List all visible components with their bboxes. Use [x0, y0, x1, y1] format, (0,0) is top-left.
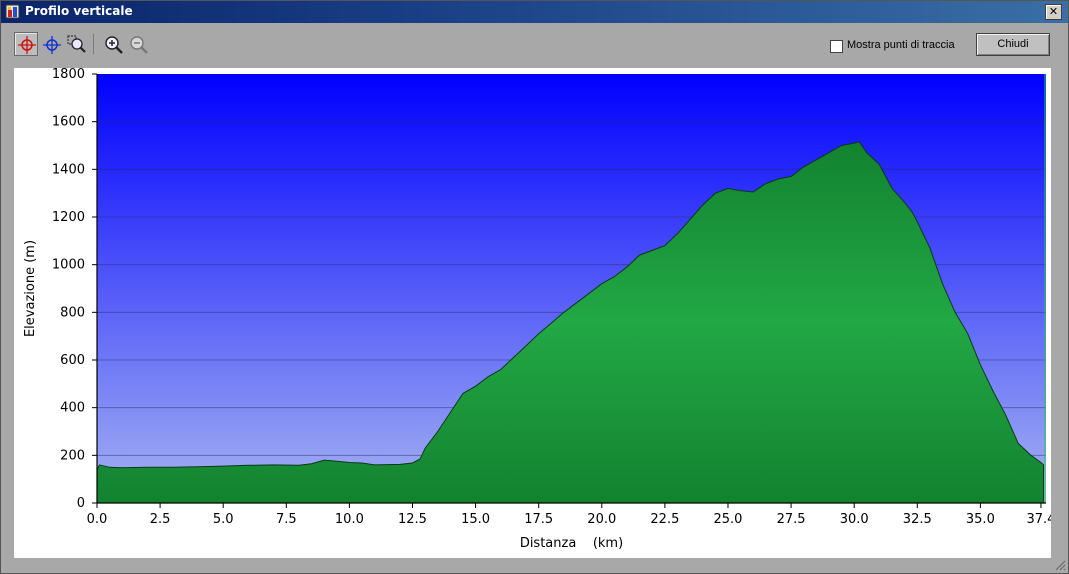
crosshair-red-tool-button[interactable] — [14, 32, 38, 56]
x-tick-label: 17.5 — [524, 512, 553, 527]
x-tick-label: 0.0 — [87, 512, 108, 527]
x-tick-label: 20.0 — [587, 512, 616, 527]
x-tick-label: 5.0 — [213, 512, 234, 527]
y-tick-label: 1600 — [52, 115, 85, 130]
crosshair-red-icon — [18, 36, 36, 54]
x-tick-label: 10.0 — [335, 512, 364, 527]
toolbar-separator — [93, 34, 94, 54]
zoom-out-icon — [130, 36, 148, 54]
app-icon — [5, 4, 20, 19]
x-tick-label: 25.0 — [714, 512, 743, 527]
show-track-points-label: Mostra punti di traccia — [847, 39, 955, 51]
zoom-out-button[interactable] — [126, 32, 150, 56]
y-tick-label: 400 — [60, 401, 85, 416]
resize-grip-icon[interactable] — [1054, 559, 1066, 571]
toolbar: Mostra punti di traccia Chiudi — [1, 23, 1068, 68]
window-close-button[interactable]: ✕ — [1045, 4, 1062, 20]
y-tick-label: 1000 — [52, 258, 85, 273]
profile-window: Profilo verticale ✕ Mostra punti di trac… — [0, 0, 1069, 574]
x-tick-label: 2.5 — [150, 512, 171, 527]
x-tick-label: 35.0 — [966, 512, 995, 527]
crosshair-blue-tool-button[interactable] — [39, 32, 63, 56]
zoom-area-icon — [67, 35, 86, 53]
x-tick-label: 15.0 — [461, 512, 490, 527]
y-tick-label: 0 — [77, 496, 85, 511]
y-tick-label: 1400 — [52, 162, 85, 177]
y-tick-label: 1200 — [52, 210, 85, 225]
y-tick-label: 1800 — [52, 68, 85, 82]
zoom-in-button[interactable] — [101, 32, 125, 56]
title-bar[interactable]: Profilo verticale ✕ — [1, 1, 1068, 23]
window-title: Profilo verticale — [25, 4, 133, 18]
zoom-in-icon — [105, 36, 123, 54]
x-tick-label: 7.5 — [276, 512, 297, 527]
elevation-profile-chart[interactable]: 0 200 400 600 800 1000 1200 1400 1600 1800 0.0 2.5 5… — [14, 67, 1055, 558]
x-tick-label: 27.5 — [777, 512, 806, 527]
y-tick-label: 800 — [60, 305, 85, 320]
x-axis-label: Distanza (km) — [520, 536, 623, 551]
x-tick-label: 12.5 — [398, 512, 427, 527]
crosshair-blue-icon — [43, 36, 61, 54]
close-button[interactable]: Chiudi — [976, 33, 1050, 56]
zoom-area-tool-button[interactable] — [64, 32, 88, 56]
y-axis-label: Elevazione (m) — [23, 240, 38, 337]
x-tick-label: 37.4 — [1026, 512, 1051, 527]
x-tick-label: 32.5 — [903, 512, 932, 527]
chart-svg[interactable]: 0 200 400 600 800 1000 1200 1400 1600 1800 0.0 2.5 5… — [14, 67, 1055, 558]
x-tick-label: 22.5 — [650, 512, 679, 527]
x-tick-label: 30.0 — [840, 512, 869, 527]
y-tick-label: 200 — [60, 448, 85, 463]
show-track-points-checkbox[interactable] — [830, 40, 843, 53]
y-tick-label: 600 — [60, 353, 85, 368]
